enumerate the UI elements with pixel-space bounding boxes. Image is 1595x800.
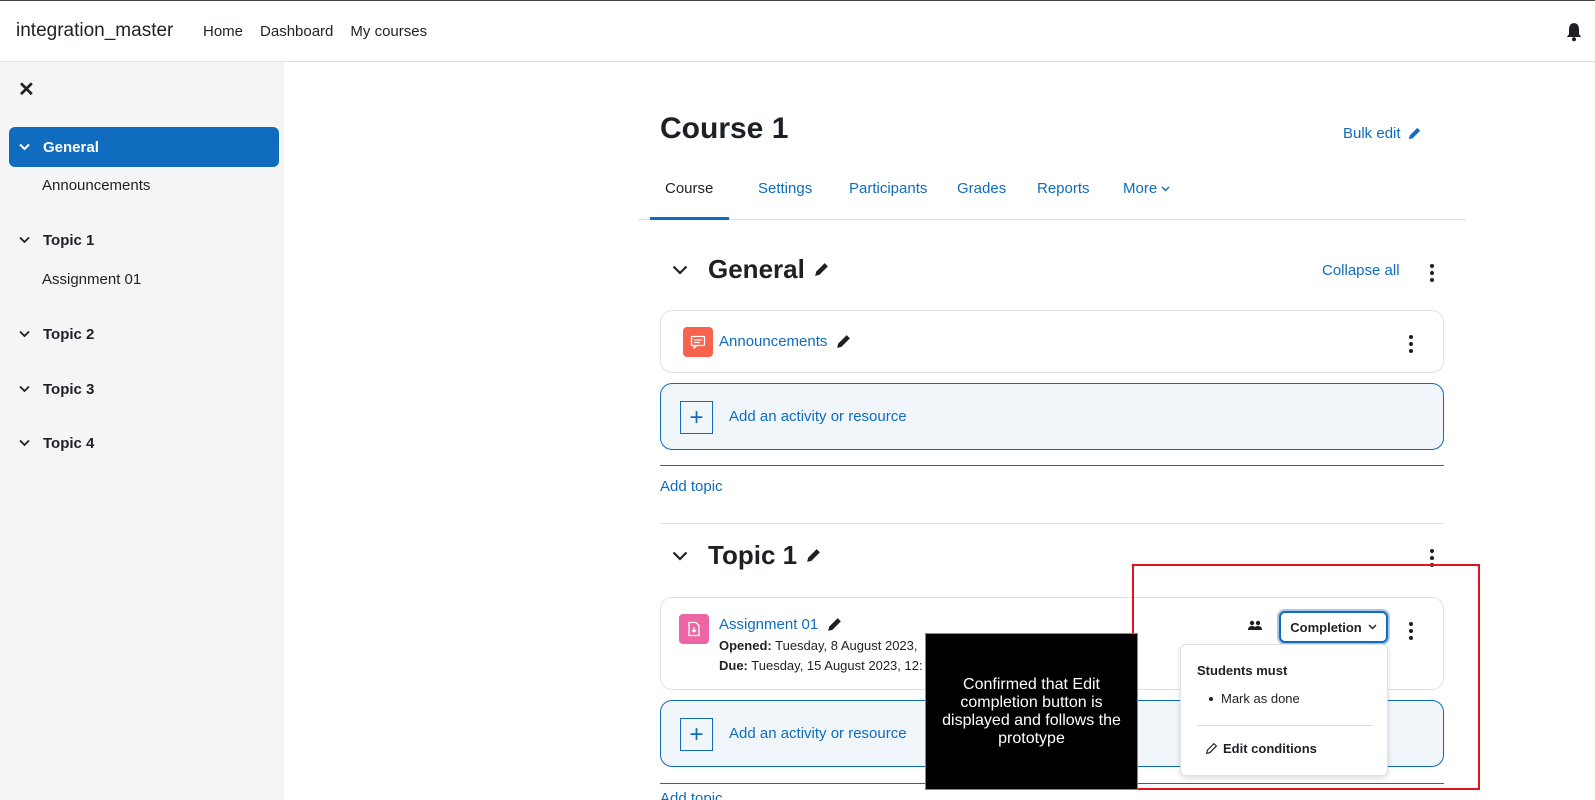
divider — [660, 465, 1444, 466]
drawer-item-assignment-01[interactable]: Assignment 01 — [42, 271, 141, 288]
drawer-section-topic-3[interactable]: Topic 3 — [9, 369, 279, 409]
add-topic-link[interactable]: Add topic — [660, 792, 723, 800]
collapse-all-link[interactable]: Collapse all — [1322, 262, 1400, 279]
plus-icon: + — [680, 718, 713, 751]
edit-title-pencil-icon[interactable] — [805, 547, 822, 564]
activity-link[interactable]: Announcements — [719, 333, 852, 350]
bulk-edit-label: Bulk edit — [1343, 125, 1401, 142]
drawer-section-general[interactable]: General — [9, 127, 279, 167]
assignment-icon — [679, 614, 709, 644]
activity-menu-kebab-icon[interactable] — [1408, 335, 1414, 353]
due-label: Due: — [719, 658, 748, 673]
top-navbar: integration_master Home Dashboard My cou… — [0, 0, 1595, 62]
course-index-drawer: ✕ General Announcements Topic 1 Assignme… — [0, 62, 284, 800]
drawer-section-topic-2[interactable]: Topic 2 — [9, 314, 279, 354]
bulk-edit-button[interactable]: Bulk edit — [1343, 125, 1422, 142]
nav-home-link[interactable]: Home — [203, 23, 243, 40]
chevron-down-icon — [19, 439, 33, 447]
edit-title-pencil-icon[interactable] — [813, 261, 830, 278]
close-drawer-icon[interactable]: ✕ — [18, 80, 35, 100]
activity-announcements: Announcements — [660, 310, 1444, 373]
section-menu-kebab-icon[interactable] — [1429, 264, 1435, 282]
page-title: Course 1 — [660, 112, 789, 145]
primary-navigation: Home Dashboard My courses — [203, 23, 444, 40]
nav-dashboard-link[interactable]: Dashboard — [260, 23, 333, 40]
add-activity-label: Add an activity or resource — [729, 725, 907, 742]
pencil-icon — [1408, 127, 1420, 140]
opened-value: Tuesday, 8 August 2023, — [775, 638, 918, 653]
chevron-down-icon — [19, 143, 33, 151]
section-heading-topic-1: Topic 1 — [672, 540, 822, 571]
drawer-section-label: Topic 4 — [43, 434, 95, 452]
due-value: Tuesday, 15 August 2023, 12: — [751, 658, 923, 673]
add-activity-label: Add an activity or resource — [729, 408, 907, 425]
tab-more-label: More — [1123, 180, 1158, 197]
tab-grades[interactable]: Grades — [957, 180, 1006, 220]
chevron-down-icon — [1161, 186, 1170, 192]
add-topic-link[interactable]: Add topic — [660, 478, 723, 495]
activity-name: Announcements — [719, 333, 828, 350]
drawer-item-announcements[interactable]: Announcements — [42, 177, 150, 194]
add-activity-box-general[interactable]: + Add an activity or resource — [660, 383, 1444, 450]
collapse-chevron-icon[interactable] — [672, 551, 694, 561]
activity-link[interactable]: Assignment 01 — [719, 616, 843, 633]
notification-bell-icon[interactable] — [1565, 22, 1583, 42]
drawer-section-label: Topic 3 — [43, 380, 95, 398]
site-brand[interactable]: integration_master — [16, 20, 173, 42]
activity-dates: Opened: Tuesday, 8 August 2023, Due: Tue… — [719, 636, 923, 676]
tab-more[interactable]: More — [1123, 180, 1170, 220]
drawer-section-topic-1[interactable]: Topic 1 — [9, 220, 279, 260]
annotation-caption: Confirmed that Edit completion button is… — [925, 633, 1138, 790]
chevron-down-icon — [19, 236, 33, 244]
drawer-section-label: Topic 1 — [43, 231, 95, 249]
section-divider — [660, 523, 1444, 524]
forum-icon — [683, 327, 713, 357]
chevron-down-icon — [19, 385, 33, 393]
collapse-chevron-icon[interactable] — [672, 265, 694, 275]
drawer-section-label: General — [43, 138, 99, 156]
tab-settings[interactable]: Settings — [758, 180, 812, 220]
edit-pencil-icon[interactable] — [835, 333, 852, 350]
edit-pencil-icon[interactable] — [826, 616, 843, 633]
section-title: General — [708, 254, 805, 284]
plus-icon: + — [680, 401, 713, 434]
tab-reports[interactable]: Reports — [1037, 180, 1090, 220]
tab-course[interactable]: Course — [650, 180, 729, 220]
drawer-section-topic-4[interactable]: Topic 4 — [9, 423, 279, 463]
annotation-highlight-box — [1132, 564, 1480, 790]
section-title: Topic 1 — [708, 540, 798, 570]
tab-participants[interactable]: Participants — [849, 180, 927, 220]
chevron-down-icon — [19, 330, 33, 338]
activity-name: Assignment 01 — [719, 616, 819, 633]
course-tabs: Course Settings Participants Grades Repo… — [638, 180, 1466, 220]
opened-label: Opened: — [719, 638, 772, 653]
drawer-section-label: Topic 2 — [43, 325, 95, 343]
section-heading-general: General — [672, 254, 830, 285]
nav-my-courses-link[interactable]: My courses — [350, 23, 427, 40]
